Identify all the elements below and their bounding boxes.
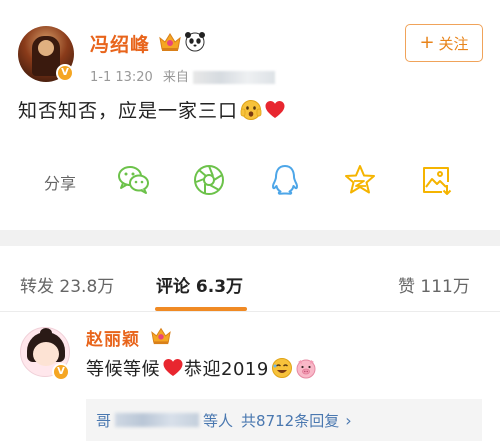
share-row: 分享 [0,160,500,200]
shocked-face-emoji-icon [240,99,262,120]
post-meta: 1-1 13:20 来自 [90,66,275,85]
post-author-name[interactable]: 冯绍峰 [90,30,150,57]
vip-crown-icon [159,33,181,51]
tab-like-count: 111万 [420,277,470,297]
verified-badge-icon: V [56,64,74,82]
qzone-star-icon[interactable] [342,162,378,198]
replies-suffix: 等人 [203,411,234,430]
view-replies-link[interactable]: 哥 等人 共8712条回复 › [86,399,482,441]
post-time: 1-1 13:20 [90,70,153,85]
post-source: 来自 [162,70,189,85]
verified-badge-icon: V [52,363,70,381]
comment-item: V 赵丽颖 等候等候 恭迎2019 哥 等人 共8712条回复 › [0,313,500,448]
chevron-right-icon: › [345,410,352,430]
wechat-icon[interactable] [116,162,152,198]
tab-comment[interactable]: 评论 6.3万 [156,272,243,297]
comment-text-part-b: 恭迎2019 [184,359,269,380]
heart-emoji-icon [265,100,285,118]
tab-repost[interactable]: 转发 23.8万 [20,272,114,297]
heart-emoji-icon [163,359,183,376]
post-text: 知否知否，应是一家三口 [18,100,239,122]
redacted-source [192,71,275,84]
comment-text-part-a: 等候等候 [86,359,160,380]
follow-button[interactable]: + 关注 [405,24,483,62]
weibo-post: V 冯绍峰 1-1 13:20 来自 + 关注 知否知否，应是一家三口 分享 [0,0,500,230]
share-label: 分享 [44,174,77,193]
active-tab-indicator [155,307,247,311]
follow-label: 关注 [438,34,469,53]
redacted-replier-names [115,413,200,427]
tab-comment-label: 评论 [156,277,190,297]
tab-comment-count: 6.3万 [195,277,244,297]
replies-prefix: 哥 [96,411,112,430]
comment-text: 等候等候 恭迎2019 [86,355,317,381]
save-image-icon[interactable] [418,162,454,198]
qq-icon[interactable] [267,162,303,198]
pig-face-emoji-icon [296,359,316,379]
tab-like[interactable]: 赞 111万 [398,272,470,297]
replies-count: 共8712条回复 [241,411,340,430]
panda-icon [185,32,205,52]
vip-crown-icon [151,327,171,345]
commenter-name[interactable]: 赵丽颖 [86,325,140,350]
post-content: 知否知否，应是一家三口 [18,96,286,123]
tab-repost-label: 转发 [20,277,54,297]
moments-icon[interactable] [191,162,227,198]
tab-repost-count: 23.8万 [59,277,115,297]
tab-like-label: 赞 [398,277,415,297]
plus-icon: + [419,32,435,53]
laughing-face-emoji-icon [271,358,292,378]
section-divider [0,230,500,246]
interaction-tabs: 转发 23.8万 评论 6.3万 赞 111万 [0,246,500,312]
